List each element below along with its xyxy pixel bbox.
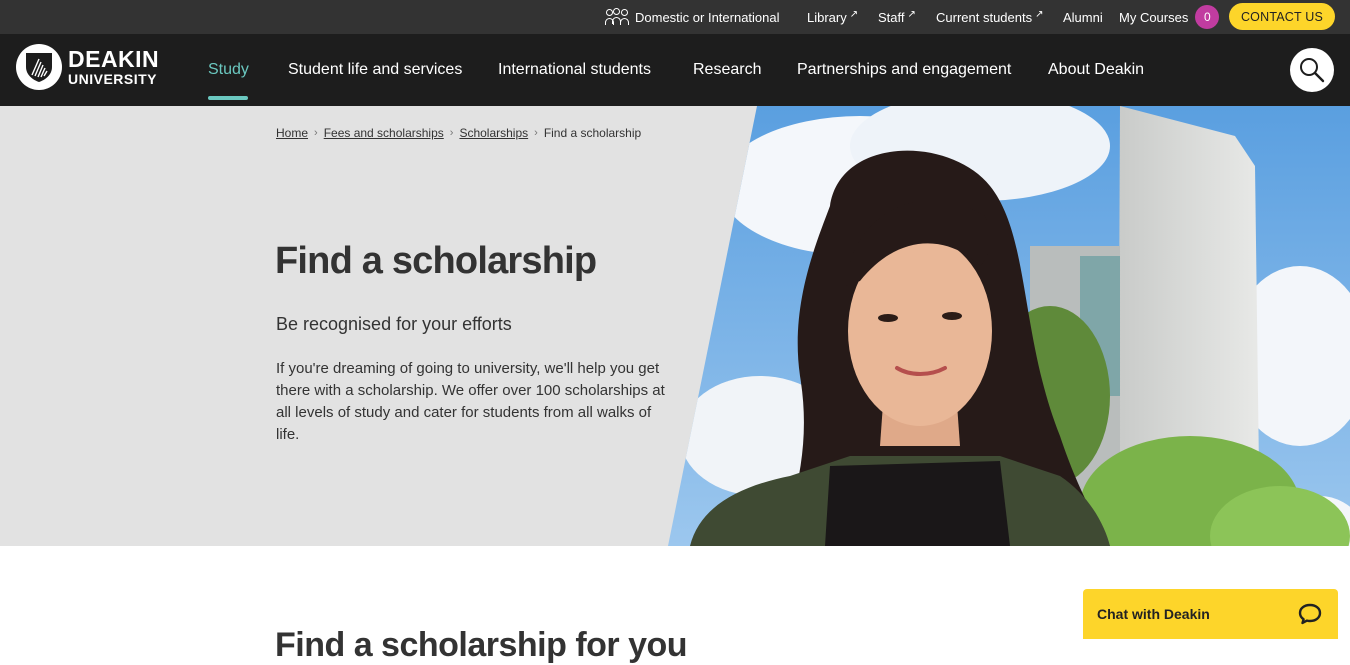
logo-line-1: DEAKIN bbox=[68, 46, 160, 72]
deakin-wordmark: DEAKIN UNIVERSITY bbox=[68, 46, 160, 87]
search-icon bbox=[1300, 58, 1325, 83]
chat-bubble-icon bbox=[1298, 603, 1322, 625]
library-link[interactable]: Library ↗ bbox=[807, 0, 858, 34]
people-icon bbox=[605, 8, 629, 26]
breadcrumb-separator: › bbox=[449, 127, 454, 139]
chat-label: Chat with Deakin bbox=[1097, 606, 1210, 622]
nav-international-students[interactable]: International students bbox=[498, 34, 651, 106]
nav-research[interactable]: Research bbox=[693, 34, 761, 106]
breadcrumb-fees-and-scholarships[interactable]: Fees and scholarships bbox=[324, 126, 444, 140]
my-courses-label: My Courses bbox=[1119, 9, 1189, 25]
breadcrumb-separator: › bbox=[534, 127, 538, 139]
hero-banner: Home › Fees and scholarships › Scholarsh… bbox=[0, 106, 1350, 546]
breadcrumb-separator: › bbox=[314, 127, 318, 139]
external-link-icon: ↗ bbox=[1035, 8, 1044, 20]
deakin-logo[interactable]: DEAKIN UNIVERSITY bbox=[16, 44, 159, 90]
library-label: Library bbox=[807, 9, 847, 25]
alumni-label: Alumni bbox=[1063, 9, 1103, 25]
deakin-crest-icon bbox=[16, 44, 62, 90]
staff-label: Staff bbox=[878, 9, 905, 25]
external-link-icon: ↗ bbox=[849, 8, 859, 20]
hero-description: If you're dreaming of going to universit… bbox=[276, 360, 665, 443]
search-button[interactable] bbox=[1290, 48, 1334, 92]
page-title: Find a scholarship bbox=[275, 240, 597, 282]
nav-partnerships[interactable]: Partnerships and engagement bbox=[797, 34, 1011, 106]
current-students-label: Current students bbox=[936, 9, 1033, 25]
section-heading: Find a scholarship for you bbox=[275, 626, 688, 664]
alumni-link[interactable]: Alumni bbox=[1063, 0, 1103, 34]
active-nav-indicator bbox=[208, 96, 248, 100]
logo-line-2: UNIVERSITY bbox=[68, 71, 158, 87]
main-navigation: DEAKIN UNIVERSITY Study Student life and… bbox=[0, 34, 1350, 106]
hero-subtitle: Be recognised for your efforts bbox=[276, 314, 512, 334]
contact-us-button[interactable]: CONTACT US bbox=[1229, 3, 1335, 30]
breadcrumb: Home › Fees and scholarships › Scholarsh… bbox=[276, 126, 641, 140]
utility-bar: Domestic or International Library ↗ Staf… bbox=[0, 0, 1350, 34]
chat-with-deakin-button[interactable]: Chat with Deakin bbox=[1083, 589, 1338, 639]
breadcrumb-home[interactable]: Home bbox=[276, 126, 308, 140]
external-link-icon: ↗ bbox=[907, 8, 916, 20]
my-courses-count-badge: 0 bbox=[1195, 5, 1220, 29]
nav-student-life[interactable]: Student life and services bbox=[288, 34, 462, 106]
domestic-international-toggle[interactable]: Domestic or International bbox=[605, 0, 780, 34]
breadcrumb-scholarships[interactable]: Scholarships bbox=[459, 126, 528, 140]
domestic-international-label: Domestic or International bbox=[635, 9, 780, 25]
my-courses-link[interactable]: My Courses 0 bbox=[1119, 0, 1220, 34]
nav-about-deakin[interactable]: About Deakin bbox=[1048, 34, 1144, 106]
current-students-link[interactable]: Current students ↗ bbox=[936, 0, 1044, 34]
hero-student-photo bbox=[668, 106, 1350, 546]
staff-link[interactable]: Staff ↗ bbox=[878, 0, 916, 34]
breadcrumb-current: Find a scholarship bbox=[543, 126, 642, 140]
